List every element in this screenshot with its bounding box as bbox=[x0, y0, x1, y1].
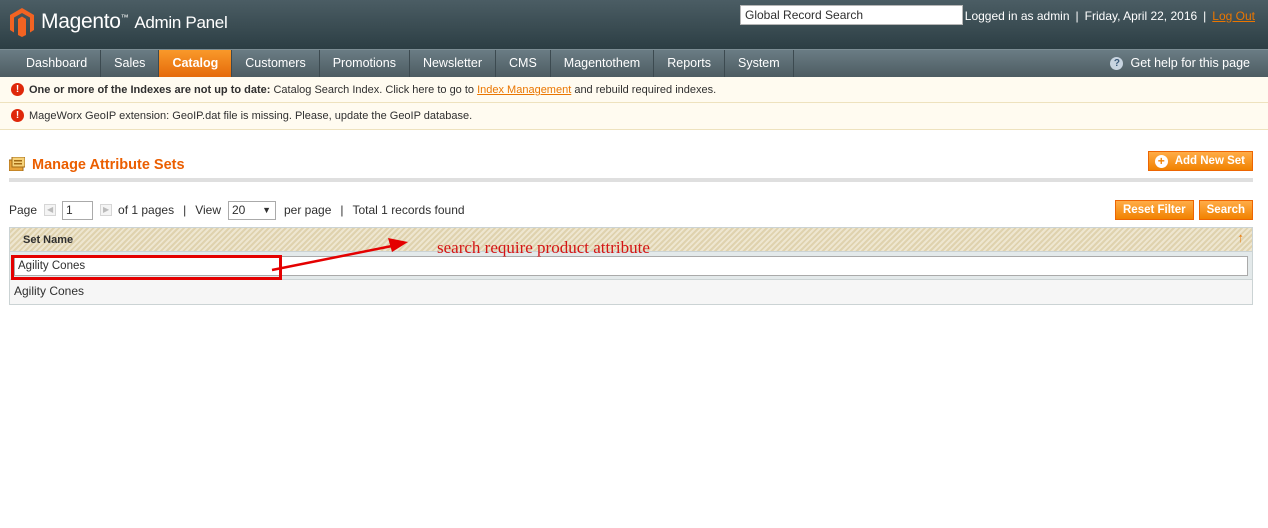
global-record-search-input[interactable] bbox=[740, 5, 963, 25]
header-user-info: Logged in as admin | Friday, April 22, 201… bbox=[965, 9, 1255, 23]
index-management-link[interactable]: Index Management bbox=[477, 84, 571, 96]
header-date: Friday, April 22, 2016 bbox=[1084, 9, 1198, 23]
nav-cms[interactable]: CMS bbox=[496, 50, 551, 77]
chevron-down-icon: ▼ bbox=[262, 204, 271, 215]
nav-reports[interactable]: Reports bbox=[654, 50, 725, 77]
help-icon: ? bbox=[1110, 57, 1124, 70]
logged-in-text: Logged in as admin bbox=[964, 9, 1070, 23]
page-title: Manage Attribute Sets bbox=[32, 157, 185, 173]
logout-link[interactable]: Log Out bbox=[1212, 9, 1255, 23]
magento-logo[interactable]: Magento™ Admin Panel bbox=[9, 6, 228, 38]
nav-dashboard[interactable]: Dashboard bbox=[0, 50, 102, 77]
search-button[interactable]: Search bbox=[1198, 200, 1253, 220]
index-message-text: Catalog Search Index. Click here to go t… bbox=[270, 84, 478, 96]
help-text: Get help for this page bbox=[1130, 56, 1250, 70]
separator: | bbox=[1075, 9, 1079, 23]
column-set-name[interactable]: Set Name bbox=[23, 234, 73, 246]
main-navigation: Dashboard Sales Catalog Customers Promot… bbox=[0, 49, 1268, 77]
page-label: Page bbox=[9, 203, 38, 217]
index-message-bold: One or more of the Indexes are not up to… bbox=[29, 84, 271, 96]
add-new-set-label: Add New Set bbox=[1174, 155, 1245, 167]
page-count-text: of 1 pages bbox=[118, 203, 175, 217]
error-icon: ! bbox=[11, 83, 24, 96]
geoip-message-text: MageWorx GeoIP extension: GeoIP.dat file… bbox=[29, 110, 473, 122]
index-message: ! One or more of the Indexes are not up … bbox=[0, 77, 1268, 103]
nav-magentothem[interactable]: Magentothem bbox=[551, 50, 655, 77]
attribute-set-icon bbox=[9, 157, 25, 171]
add-new-set-button[interactable]: + Add New Set bbox=[1147, 151, 1253, 171]
index-message-tail: and rebuild required indexes. bbox=[571, 84, 717, 96]
pager-separator: | bbox=[183, 203, 187, 217]
grid-actions: Reset Filter Search bbox=[1115, 200, 1253, 220]
sort-arrow-icon[interactable]: ↑ bbox=[1238, 230, 1245, 245]
system-messages: ! One or more of the Indexes are not up … bbox=[0, 77, 1268, 130]
prev-page-icon[interactable]: ◀ bbox=[44, 204, 57, 216]
page-number-input[interactable] bbox=[62, 200, 94, 220]
annotation-highlight-box bbox=[11, 255, 282, 280]
content-header: Manage Attribute Sets + Add New Set bbox=[9, 151, 1253, 182]
total-records-text: Total 1 records found bbox=[352, 203, 465, 217]
nav-newsletter[interactable]: Newsletter bbox=[410, 50, 496, 77]
pager-separator: | bbox=[340, 203, 344, 217]
view-label: View bbox=[195, 203, 221, 217]
next-page-icon[interactable]: ▶ bbox=[100, 204, 113, 216]
nav-customers[interactable]: Customers bbox=[232, 50, 320, 77]
per-page-value: 20 bbox=[232, 202, 246, 217]
nav-sales[interactable]: Sales bbox=[101, 50, 160, 77]
table-row[interactable]: Agility Cones bbox=[10, 280, 1252, 304]
error-icon: ! bbox=[11, 109, 24, 122]
annotation-text: search require product attribute bbox=[437, 238, 650, 257]
brand-name: Magento bbox=[41, 10, 121, 33]
nav-promotions[interactable]: Promotions bbox=[320, 50, 410, 77]
brand-text: Magento™ Admin Panel bbox=[41, 10, 228, 33]
separator: | bbox=[1203, 9, 1207, 23]
nav-catalog[interactable]: Catalog bbox=[159, 50, 233, 77]
per-page-label: per page bbox=[284, 203, 332, 217]
plus-icon: + bbox=[1154, 154, 1168, 168]
nav-system[interactable]: System bbox=[725, 50, 794, 77]
per-page-select[interactable]: 20 ▼ bbox=[228, 200, 276, 220]
help-link[interactable]: ? Get help for this page bbox=[1110, 50, 1250, 77]
magento-logo-icon bbox=[10, 8, 34, 37]
reset-filter-button[interactable]: Reset Filter bbox=[1115, 200, 1194, 220]
brand-suffix: Admin Panel bbox=[134, 13, 228, 32]
grid-pager: Page ◀ ▶ of 1 pages | View 20 ▼ per page… bbox=[9, 200, 465, 220]
admin-header: Magento™Admin Panel Logged in as admin | F… bbox=[0, 0, 1268, 49]
geoip-message: ! MageWorx GeoIP extension: GeoIP.dat fi… bbox=[0, 103, 1268, 129]
